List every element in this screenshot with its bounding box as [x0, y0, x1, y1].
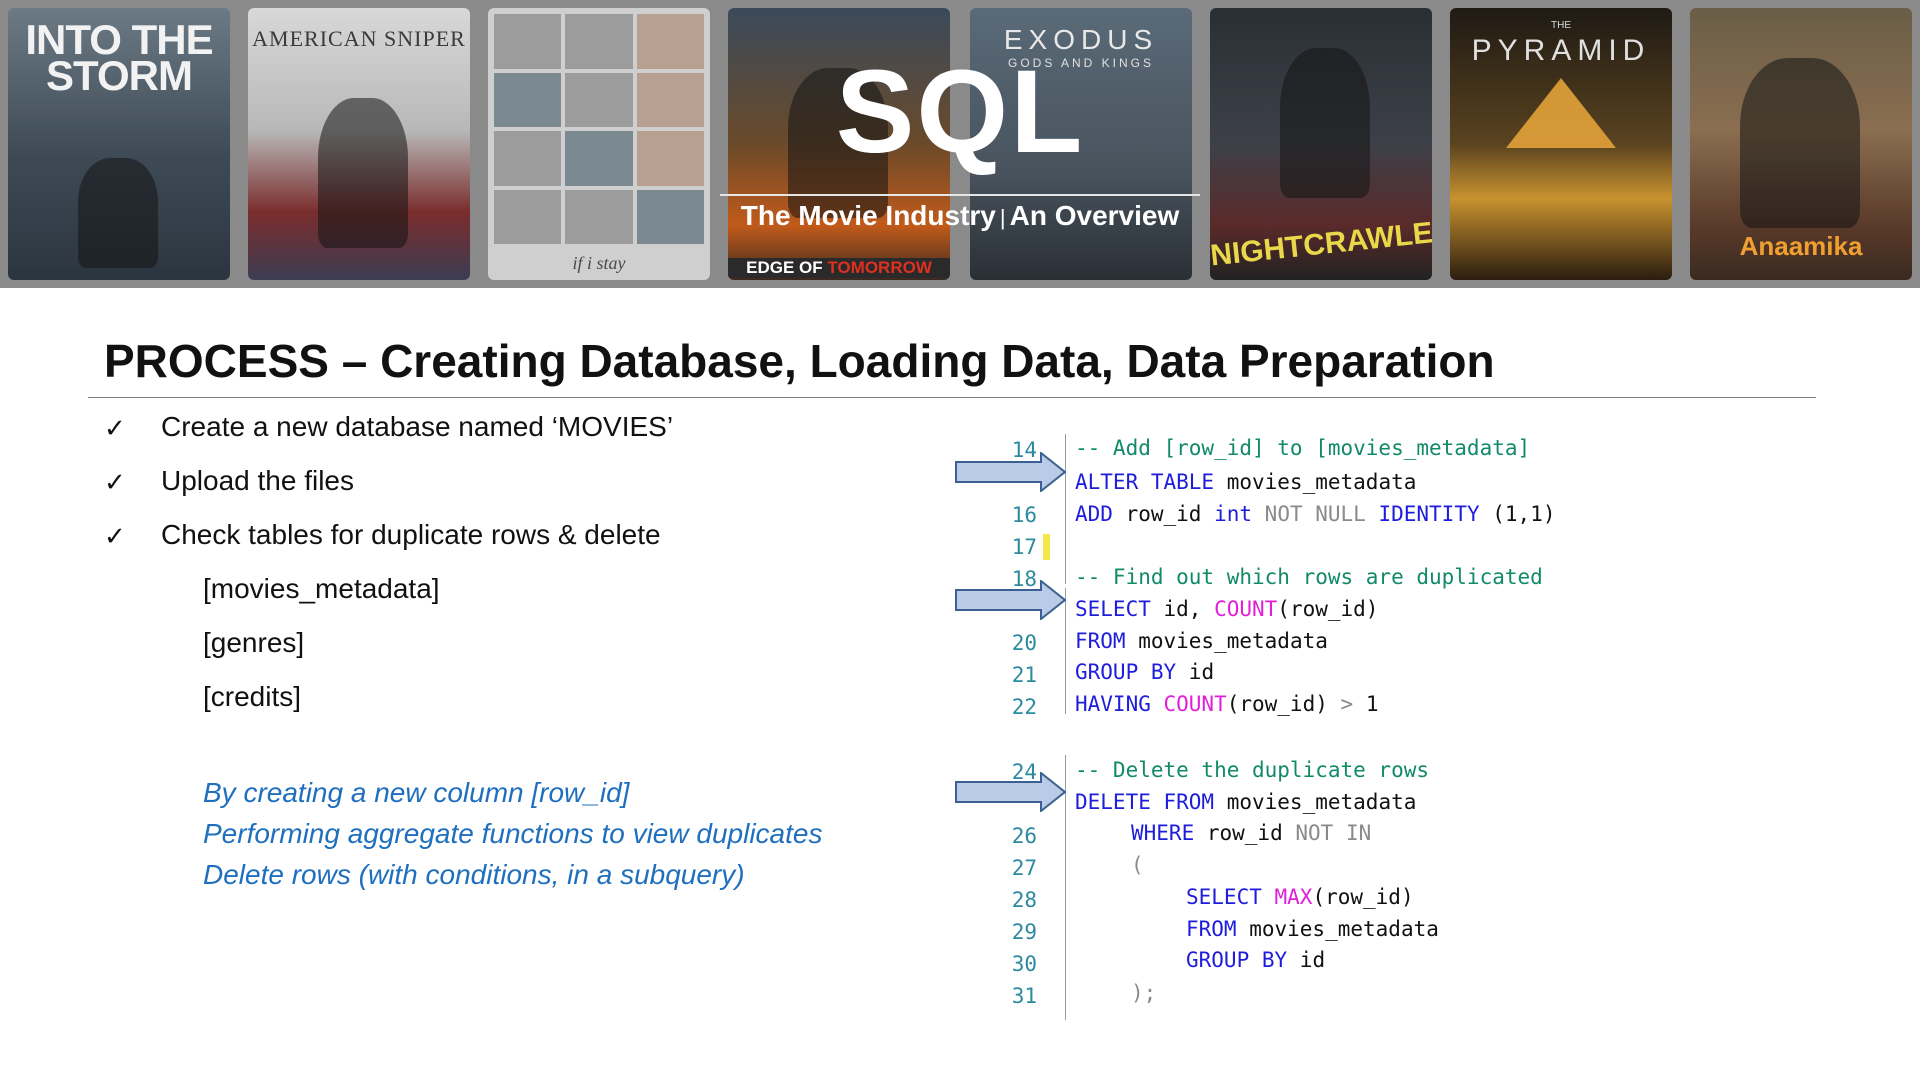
line-number: 17	[1011, 535, 1037, 559]
code-line: ADD row_id int NOT NULL IDENTITY (1,1)	[1075, 502, 1556, 526]
poster-nightcrawler: NIGHTCRAWLER	[1210, 8, 1432, 280]
line-number: 22	[1011, 695, 1037, 719]
poster-anaamika: Anaamika	[1690, 8, 1912, 280]
checklist-item: Check tables for duplicate rows & delete	[161, 519, 661, 550]
poster-the-pyramid: PYRAMID THE	[1450, 8, 1672, 280]
code-line: SELECT MAX(row_id)	[1186, 885, 1414, 909]
poster-figure	[1280, 48, 1370, 198]
poster-title: Anaamika	[1739, 231, 1863, 261]
arrow-icon	[955, 452, 1067, 492]
line-number: 28	[1011, 888, 1037, 912]
slide-heading: PROCESS – Creating Database, Loading Dat…	[104, 335, 1495, 387]
table-name: [genres]	[203, 627, 305, 658]
code-line: ALTER TABLE movies_metadata	[1075, 470, 1417, 494]
table-name: [credits]	[203, 681, 302, 712]
line-number: 29	[1011, 920, 1037, 944]
poster-figure	[318, 98, 408, 248]
code-comment: -- Delete the duplicate rows	[1075, 758, 1430, 782]
code-line: GROUP BY id	[1186, 948, 1326, 972]
code-line: HAVING COUNT(row_id) > 1	[1075, 692, 1379, 716]
banner-subtitle: The Movie Industry | An Overview	[740, 200, 1180, 231]
line-number: 31	[1011, 984, 1037, 1008]
code-line: WHERE row_id NOT IN	[1131, 821, 1372, 845]
poster-photo-grid	[494, 14, 704, 244]
code-comment: -- Find out which rows are duplicated	[1075, 565, 1543, 589]
method-note: By creating a new column [row_id]	[203, 777, 630, 808]
poster-title: PYRAMID	[1471, 34, 1651, 67]
code-line: FROM movies_metadata	[1186, 917, 1439, 941]
line-number: 27	[1011, 856, 1037, 880]
sql-code-block: 14 -- Add [row_id] to [movies_metadata] …	[955, 430, 1655, 1020]
title-divider	[720, 194, 1200, 196]
checkmark-icon: ✓	[104, 413, 126, 443]
arrow-icon	[955, 580, 1067, 620]
checkmark-icon: ✓	[104, 521, 126, 551]
code-line: );	[1131, 981, 1157, 1005]
poster-title: INTO THE STORM	[25, 16, 213, 99]
poster-title: EDGE OF TOMORROW	[728, 258, 950, 278]
poster-if-i-stay: if i stay	[488, 8, 710, 280]
arrow-icon	[955, 772, 1067, 812]
poster-title: if i stay	[572, 253, 626, 273]
poster-into-the-storm: INTO THE STORM	[8, 8, 230, 280]
method-note: Delete rows (with conditions, in a subqu…	[203, 859, 745, 890]
pyramid-graphic	[1506, 78, 1616, 148]
poster-title: NIGHTCRAWLER	[1210, 214, 1432, 273]
line-number: 16	[1011, 503, 1037, 527]
poster-title: AMERICAN SNIPER	[252, 26, 466, 51]
code-comment: -- Add [row_id] to [movies_metadata]	[1075, 436, 1531, 460]
heading-divider	[88, 397, 1816, 398]
method-note: Performing aggregate functions to view d…	[203, 818, 823, 849]
movie-banner: INTO THE STORM AMERICAN SNIPER if i stay…	[0, 0, 1920, 288]
code-line: (	[1131, 853, 1144, 877]
poster-figure	[78, 158, 158, 268]
code-line: DELETE FROM movies_metadata	[1075, 790, 1417, 814]
code-line: SELECT id, COUNT(row_id)	[1075, 597, 1379, 621]
code-line: GROUP BY id	[1075, 660, 1215, 684]
line-number: 20	[1011, 631, 1037, 655]
table-name: [movies_metadata]	[203, 573, 440, 604]
code-line: FROM movies_metadata	[1075, 629, 1328, 653]
poster-american-sniper: AMERICAN SNIPER	[248, 8, 470, 280]
change-marker	[1043, 534, 1050, 560]
poster-figure	[1740, 58, 1860, 228]
checklist-item: Upload the files	[161, 465, 355, 496]
line-number: 30	[1011, 952, 1037, 976]
poster-prefix: THE	[1551, 20, 1571, 31]
sql-title: SQL	[835, 46, 1085, 178]
line-number: 26	[1011, 824, 1037, 848]
checkmark-icon: ✓	[104, 467, 126, 497]
checklist-item: Create a new database named ‘MOVIES’	[161, 411, 674, 442]
line-number: 21	[1011, 663, 1037, 687]
